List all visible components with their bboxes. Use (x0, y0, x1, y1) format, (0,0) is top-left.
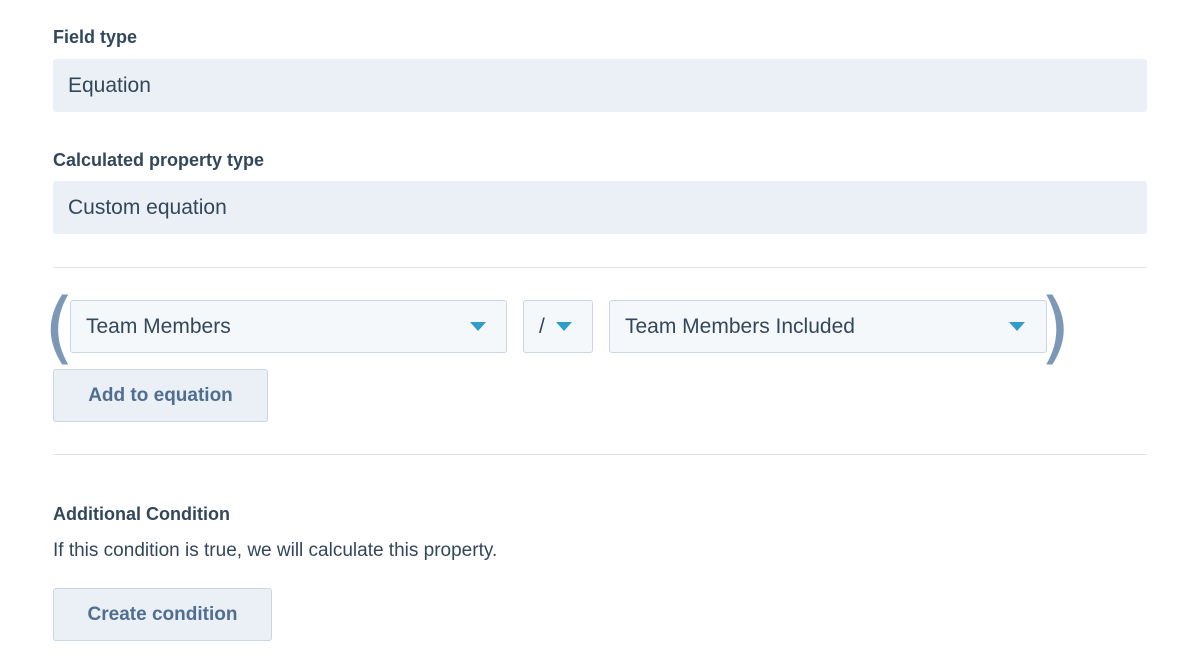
add-to-equation-button[interactable]: Add to equation (53, 369, 268, 422)
chevron-down-icon (470, 322, 486, 331)
operator-value: / (539, 315, 545, 338)
chevron-down-icon (556, 322, 572, 331)
section-divider (53, 454, 1147, 455)
left-operand-dropdown[interactable]: Team Members (70, 300, 507, 353)
right-operand-value: Team Members Included (625, 315, 855, 338)
close-parenthesis: ) (1040, 283, 1071, 373)
calculated-property-type-label: Calculated property type (53, 150, 265, 170)
section-divider (53, 267, 1147, 268)
calculated-property-type-value: Custom equation (53, 181, 1147, 234)
additional-condition-description: If this condition is true, we will calcu… (53, 540, 498, 561)
right-operand-dropdown[interactable]: Team Members Included (609, 300, 1047, 353)
chevron-down-icon (1009, 322, 1025, 331)
field-type-label: Field type (53, 27, 138, 47)
field-type-value: Equation (53, 59, 1147, 112)
create-condition-button[interactable]: Create condition (53, 588, 272, 641)
additional-condition-title: Additional Condition (53, 504, 230, 524)
operator-dropdown[interactable]: / (523, 300, 593, 353)
calculated-property-form: Field type Equation Calculated property … (0, 0, 1198, 656)
left-operand-value: Team Members (86, 315, 231, 338)
